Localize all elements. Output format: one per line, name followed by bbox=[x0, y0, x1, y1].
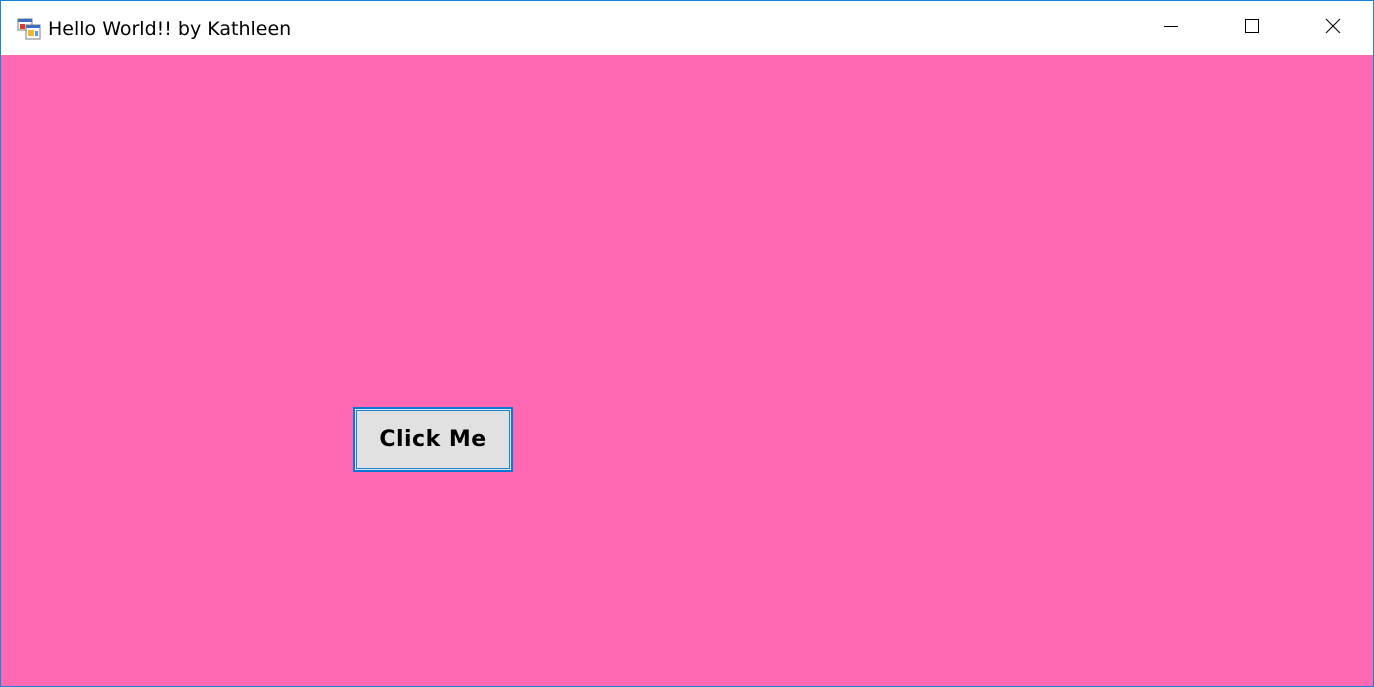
close-icon bbox=[1325, 18, 1341, 38]
maximize-button[interactable] bbox=[1212, 1, 1292, 55]
title-bar[interactable]: Hello World!! by Kathleen bbox=[1, 1, 1373, 55]
window-title: Hello World!! by Kathleen bbox=[48, 18, 292, 40]
click-me-button[interactable]: Click Me bbox=[353, 407, 513, 472]
maximize-icon bbox=[1244, 18, 1260, 38]
minimize-icon bbox=[1163, 18, 1179, 38]
app-window: Hello World!! by Kathleen Click Me bbox=[0, 0, 1374, 687]
app-icon[interactable] bbox=[17, 17, 41, 41]
minimize-button[interactable] bbox=[1131, 1, 1211, 55]
form-client-area: Click Me bbox=[1, 55, 1373, 686]
close-button[interactable] bbox=[1293, 1, 1373, 55]
